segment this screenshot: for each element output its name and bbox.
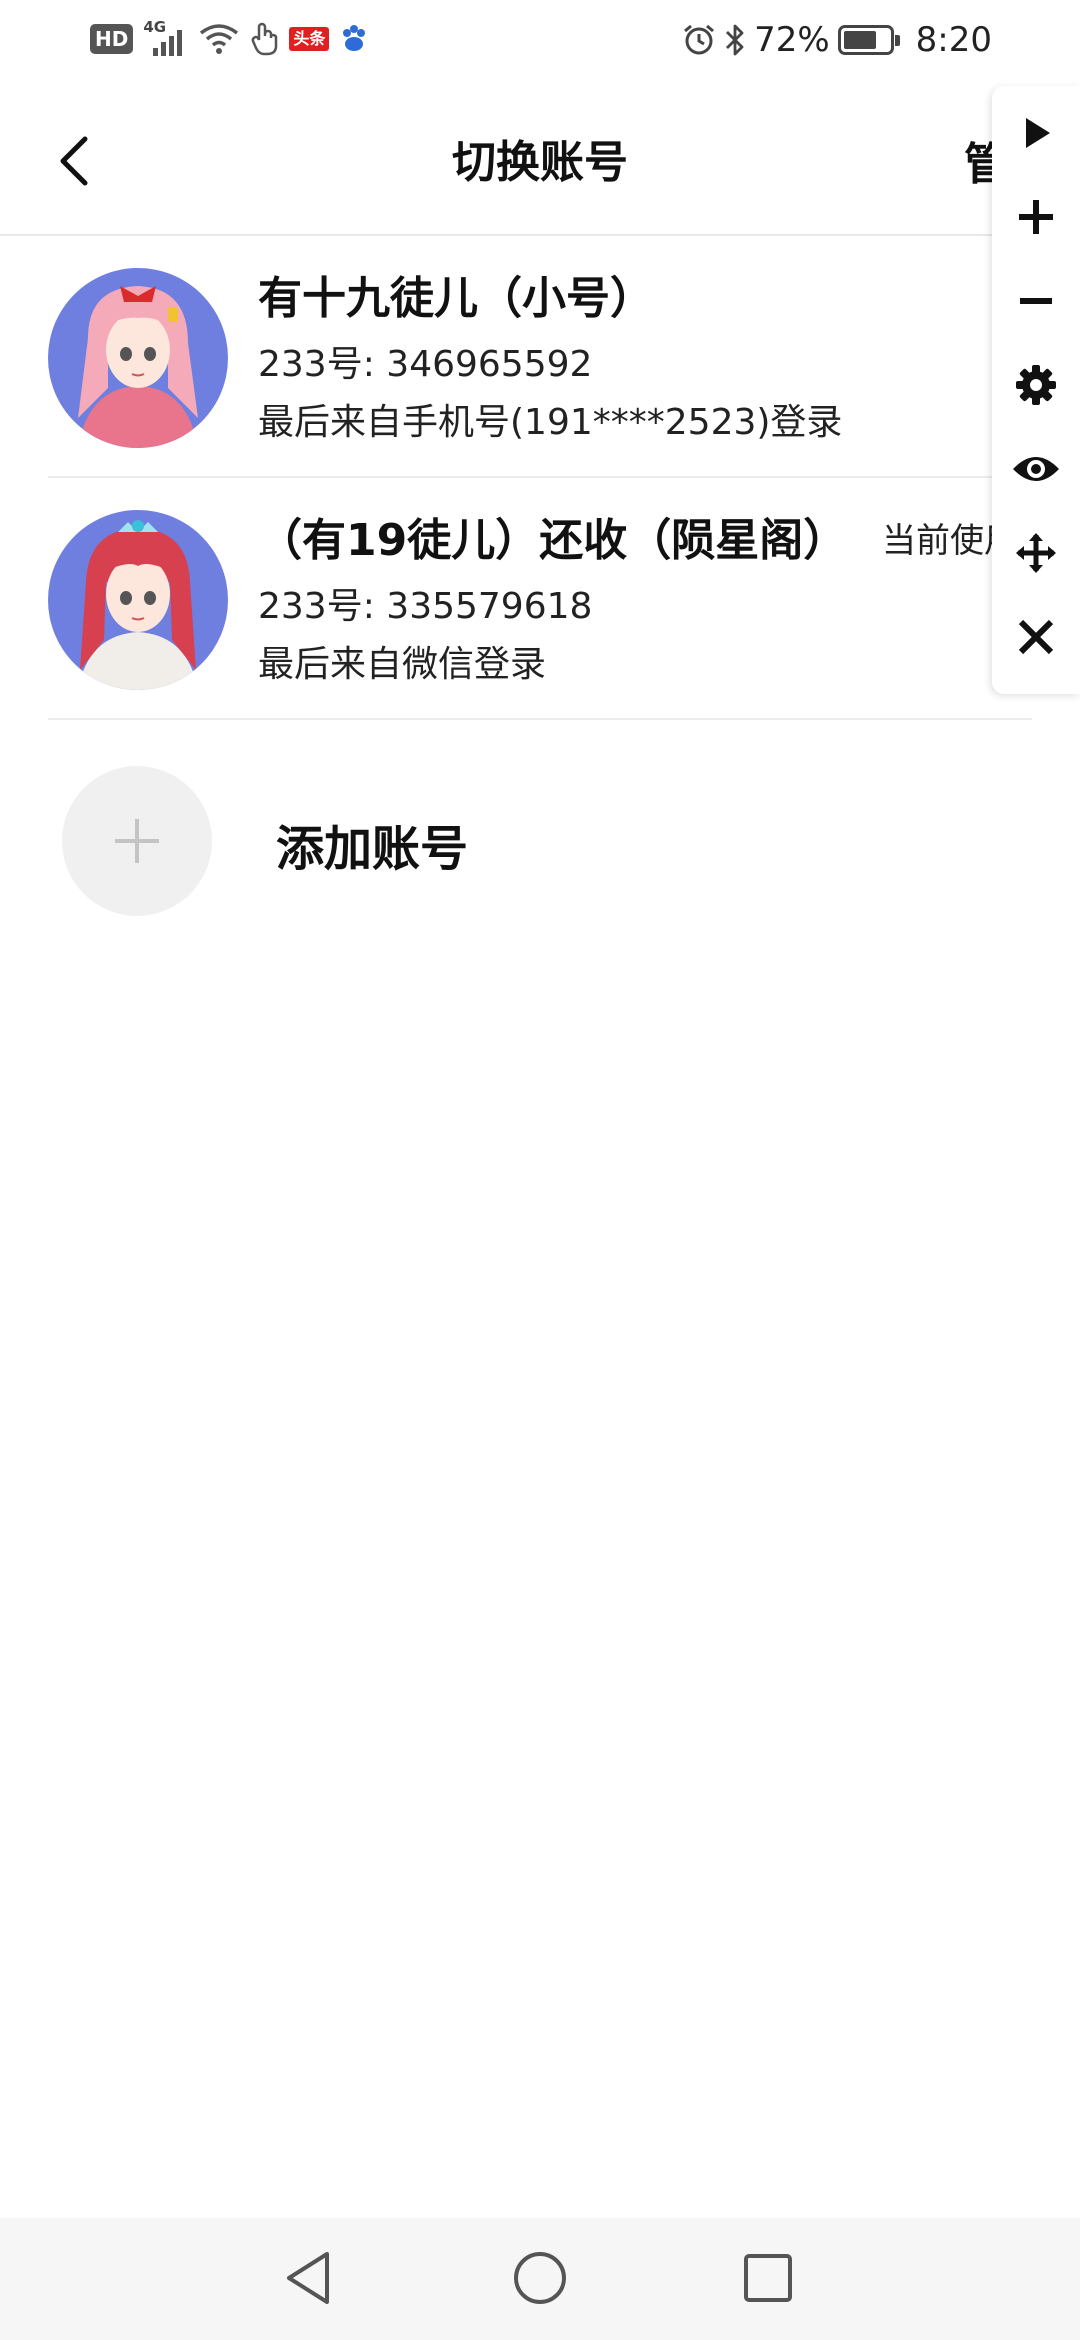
paw-app-icon <box>343 25 366 51</box>
add-account-circle <box>62 766 212 916</box>
account-id: 233号: 346965592 <box>258 344 593 385</box>
floating-tool-panel <box>992 86 1080 694</box>
play-button[interactable] <box>992 98 1080 168</box>
avatar <box>48 510 228 690</box>
account-item[interactable]: （有19徒儿）还收（陨星阁） 当前使用 233号: 335579618 最后来自… <box>48 480 1032 720</box>
status-left-icons: HD 4G 头条 <box>90 18 369 56</box>
move-button[interactable] <box>992 518 1080 588</box>
account-last-login: 最后来自微信登录 <box>258 644 547 685</box>
close-panel-button[interactable] <box>992 602 1080 672</box>
add-account-button[interactable]: 添加账号 <box>48 752 1032 932</box>
clock-time: 8:20 <box>915 20 992 60</box>
page-title: 切换账号 <box>452 137 628 188</box>
battery-percent: 72% <box>754 20 830 60</box>
nav-recents-button[interactable] <box>728 2238 808 2318</box>
account-id: 233号: 335579618 <box>258 586 593 627</box>
status-right-icons: 72% 8:20 <box>682 20 992 60</box>
account-name: 有十九徒儿（小号） <box>258 273 654 324</box>
play-icon <box>1026 118 1050 148</box>
wifi-icon <box>200 24 239 54</box>
avatar <box>48 268 228 448</box>
close-icon <box>1018 619 1054 655</box>
top-app-bar: 切换账号 管理 <box>0 88 1080 236</box>
account-switch-screen: HD 4G 头条 72% 8:20 切换账号 有十九徒儿（小号） 233号: 3… <box>0 0 1080 2340</box>
minus-icon <box>1020 298 1052 304</box>
account-item[interactable]: 有十九徒儿（小号） 233号: 346965592 最后来自手机号(191***… <box>48 238 1032 478</box>
nav-home-button[interactable] <box>500 2238 580 2318</box>
settings-button[interactable] <box>992 350 1080 420</box>
toutiao-app-icon: 头条 <box>289 27 330 51</box>
account-last-login: 最后来自手机号(191****2523)登录 <box>258 402 843 443</box>
signal-icon: 4G <box>143 18 189 56</box>
plus-icon <box>1019 200 1053 234</box>
hd-icon: HD <box>90 24 134 54</box>
battery-icon <box>837 25 900 55</box>
account-name: （有19徒儿）还收（陨星阁） <box>258 515 848 566</box>
bluetooth-icon <box>726 24 744 56</box>
gear-icon <box>1016 365 1056 405</box>
alarm-icon <box>684 24 715 55</box>
system-navigation-bar <box>0 2218 1080 2340</box>
zoom-out-button[interactable] <box>992 266 1080 336</box>
visibility-button[interactable] <box>992 434 1080 504</box>
add-account-label: 添加账号 <box>276 821 469 877</box>
zoom-in-button[interactable] <box>992 182 1080 252</box>
recents-square-icon <box>744 2254 792 2302</box>
eye-icon <box>1013 457 1059 481</box>
back-triangle-icon <box>287 2252 329 2304</box>
nav-back-button[interactable] <box>268 2238 348 2318</box>
touch-hand-icon <box>251 22 278 56</box>
move-icon <box>1016 533 1056 573</box>
home-circle-icon <box>514 2252 566 2304</box>
plus-icon <box>115 819 159 863</box>
status-bar: HD 4G 头条 72% 8:20 <box>0 0 1080 88</box>
